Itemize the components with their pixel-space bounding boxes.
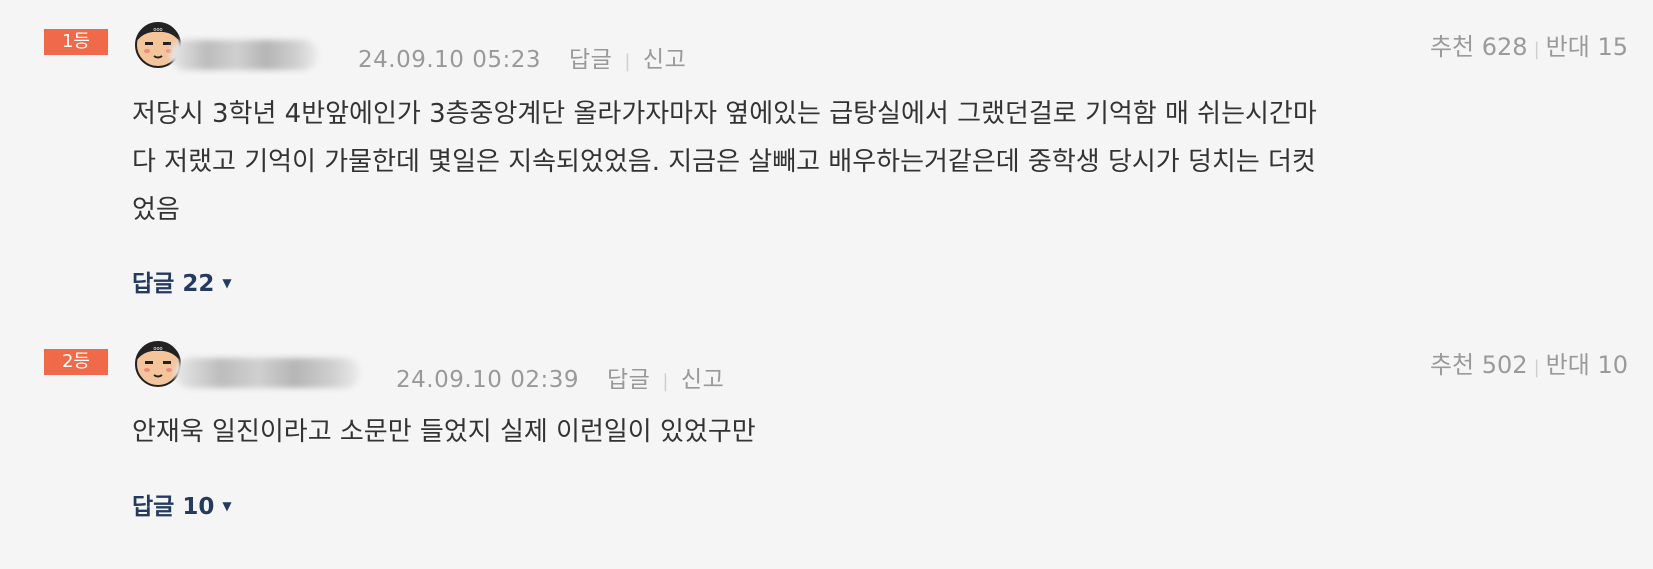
replies-count: 10 xyxy=(182,494,215,520)
divider: | xyxy=(1533,39,1540,60)
recommend-button[interactable]: 추천 502 xyxy=(1430,351,1528,379)
vote-counts: 추천 502 | 반대 10 xyxy=(1430,345,1628,380)
report-link[interactable]: 신고 xyxy=(681,367,724,393)
oppose-button[interactable]: 반대 15 xyxy=(1546,33,1628,61)
oppose-label: 반대 xyxy=(1545,351,1590,379)
replies-toggle[interactable]: 답글 22 ▼ xyxy=(132,264,232,298)
svg-text:ooo: ooo xyxy=(153,346,162,352)
username-redacted xyxy=(170,40,318,70)
recommend-count: 502 xyxy=(1481,351,1528,379)
username-redacted xyxy=(175,358,360,388)
replies-toggle[interactable]: 답글 10 ▼ xyxy=(132,487,232,521)
oppose-count: 15 xyxy=(1597,33,1628,61)
reply-link[interactable]: 답글 xyxy=(607,367,650,393)
recommend-count: 628 xyxy=(1481,33,1528,61)
divider: | xyxy=(662,371,669,392)
oppose-count: 10 xyxy=(1597,351,1628,379)
rank-badge: 1등 xyxy=(44,29,108,55)
recommend-label: 추천 xyxy=(1429,351,1475,379)
oppose-button[interactable]: 반대 10 xyxy=(1546,351,1628,379)
report-link[interactable]: 신고 xyxy=(643,47,686,73)
comment-item: 2등 ooo 24.09.10 02:39 답글 | 신고 추천 502 | 반대 10 … xyxy=(0,330,1653,569)
svg-text:ooo: ooo xyxy=(153,27,162,33)
divider: | xyxy=(624,51,631,72)
caret-down-icon: ▼ xyxy=(222,498,232,513)
recommend-label: 추천 xyxy=(1429,33,1475,61)
comment-meta: 24.09.10 02:39 답글 | 신고 xyxy=(396,360,724,394)
comment-text: 저당시 3학년 4반앞에인가 3층중앙계단 올라가자마자 옆에있는 급탕실에서 … xyxy=(132,99,1317,225)
caret-down-icon: ▼ xyxy=(222,275,232,290)
avatar-icon[interactable]: ooo xyxy=(132,337,184,389)
comment-date: 24.09.10 02:39 xyxy=(396,367,580,393)
oppose-label: 반대 xyxy=(1545,33,1590,61)
comment-item: 1등 ooo 24.09.10 05:23 답글 | 신고 추천 628 | 반대 15 … xyxy=(0,0,1653,330)
comment-meta: 24.09.10 05:23 답글 | 신고 xyxy=(358,40,686,74)
recommend-button[interactable]: 추천 628 xyxy=(1430,33,1528,61)
rank-badge: 2등 xyxy=(44,349,108,375)
reply-link[interactable]: 답글 xyxy=(569,47,612,73)
comment-date: 24.09.10 05:23 xyxy=(358,47,542,73)
replies-label: 답글 xyxy=(132,494,175,520)
comment-text: 안재욱 일진이라고 소문만 들었지 실제 이런일이 있었구만 xyxy=(132,417,756,447)
replies-count: 22 xyxy=(182,271,215,297)
replies-label: 답글 xyxy=(132,271,175,297)
divider: | xyxy=(1533,357,1540,378)
vote-counts: 추천 628 | 반대 15 xyxy=(1430,27,1628,62)
